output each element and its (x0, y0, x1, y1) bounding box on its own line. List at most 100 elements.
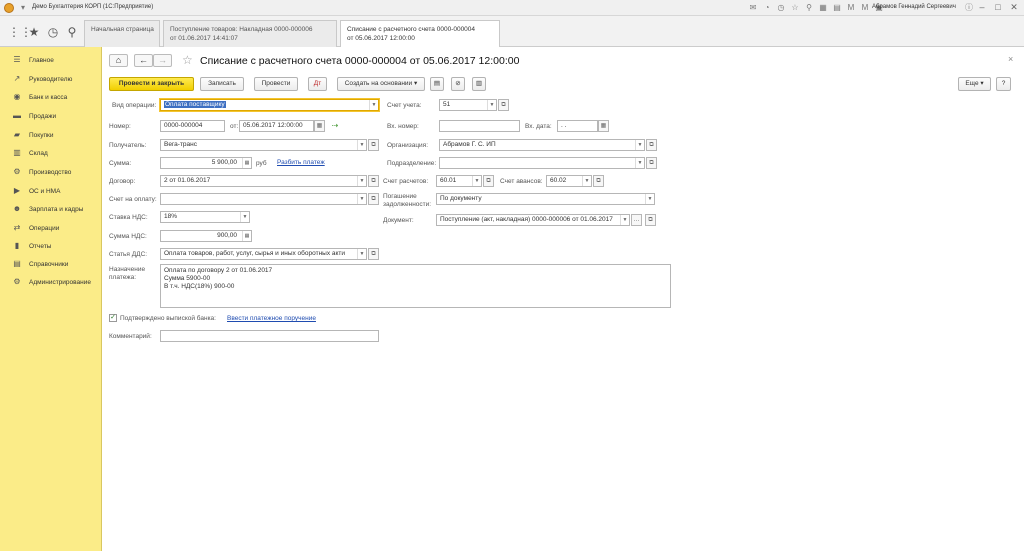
sidebar-item-admin[interactable]: ⚙ Администрирование (0, 274, 102, 290)
org-select[interactable]: Абрамов Г. С. ИП ▼ (439, 139, 645, 151)
mail-icon[interactable]: ✉ (748, 3, 758, 13)
confirmed-checkbox[interactable]: ✓ (109, 314, 117, 322)
help-button[interactable]: ? (996, 77, 1011, 91)
favorites-star-icon[interactable]: ★ (27, 25, 41, 39)
more-button[interactable]: Еще ▾ (958, 77, 991, 91)
postings-icon[interactable]: Дт (308, 77, 327, 91)
chevron-down-icon[interactable]: ▼ (357, 249, 366, 259)
open-link-icon[interactable]: ⧉ (645, 214, 656, 226)
open-link-icon[interactable]: ⧉ (368, 248, 379, 260)
sidebar-item-catalogs[interactable]: ▤ Справочники (0, 256, 102, 272)
mminus-icon[interactable]: M (860, 3, 870, 13)
tab-receipt[interactable]: Поступление товаров: Накладная 0000-0000… (163, 20, 337, 47)
chevron-down-icon[interactable]: ▼ (357, 176, 366, 186)
debt-repay-select[interactable]: По документу ▼ (436, 193, 655, 205)
user-name[interactable]: Абрамов Геннадий Сергеевич (872, 4, 956, 10)
minimize-icon[interactable]: – (976, 2, 988, 13)
favorite-star-icon[interactable]: ☆ (182, 53, 193, 67)
open-link-icon[interactable]: ⧉ (368, 175, 379, 187)
calculator-icon[interactable]: ▦ (242, 158, 251, 168)
bell-icon[interactable]: ◔ (762, 3, 772, 13)
sidebar-item-production[interactable]: ⚙ Производство (0, 164, 102, 180)
calendar-icon[interactable]: ▦ (598, 120, 609, 132)
division-select[interactable]: ▼ (439, 157, 645, 169)
open-link-icon[interactable]: ⧉ (646, 139, 657, 151)
post-close-button[interactable]: Провести и закрыть (109, 77, 194, 91)
open-link-icon[interactable]: ⧉ (368, 193, 379, 205)
doc-select[interactable]: Поступление (акт, накладная) 0000-000006… (436, 214, 630, 226)
chevron-down-icon[interactable]: ▼ (645, 194, 654, 204)
vat-sum-input[interactable]: 900,00 ▦ (160, 230, 252, 242)
chevron-down-icon[interactable]: ▼ (357, 194, 366, 204)
star-icon[interactable]: ☆ (790, 3, 800, 13)
sidebar-item-bank[interactable]: ◉ Банк и касса (0, 89, 102, 105)
back-button[interactable]: ← (134, 54, 153, 67)
calculator-icon[interactable]: ▦ (242, 231, 251, 241)
apps-grid-icon[interactable]: ⋮⋮ (8, 25, 32, 39)
vat-rate-select[interactable]: 18% ▼ (160, 211, 250, 223)
chevron-down-icon[interactable]: ▼ (240, 212, 249, 222)
chevron-down-icon[interactable]: ▼ (369, 100, 378, 110)
number-input[interactable]: 0000-000004 (160, 120, 225, 132)
open-link-icon[interactable]: ⧉ (498, 99, 509, 111)
history-clock-icon[interactable]: ◷ (46, 25, 60, 39)
date-input[interactable]: 05.06.2017 12:00:00 (239, 120, 314, 132)
invoice-select[interactable]: ▼ (160, 193, 367, 205)
open-link-icon[interactable]: ⧉ (646, 157, 657, 169)
maximize-icon[interactable]: □ (992, 2, 1004, 13)
sidebar-item-sales[interactable]: ▬ Продажи (0, 108, 102, 124)
mplus-icon[interactable]: M (846, 3, 856, 13)
chevron-down-icon[interactable]: ▼ (620, 215, 629, 225)
home-button[interactable]: ⌂ (109, 54, 128, 67)
window-close-icon[interactable]: ✕ (1008, 2, 1020, 13)
link-icon[interactable]: ⚲ (804, 3, 814, 13)
info-icon[interactable]: ⓘ (964, 3, 974, 13)
sidebar-item-operations[interactable]: ⇄ Операции (0, 220, 102, 236)
search-icon[interactable]: ⚲ (65, 25, 79, 39)
advance-account-select[interactable]: 60.02 ▼ (546, 175, 592, 187)
sidebar-item-manager[interactable]: ↗ Руководителю (0, 71, 102, 87)
chevron-down-icon[interactable]: ▼ (635, 140, 644, 150)
post-button[interactable]: Провести (254, 77, 298, 91)
contract-select[interactable]: 2 от 01.06.2017 ▼ (160, 175, 367, 187)
open-link-icon[interactable]: ⧉ (483, 175, 494, 187)
account-select[interactable]: 51 ▼ (439, 99, 497, 111)
forward-button[interactable]: → (153, 54, 172, 67)
print-icon[interactable]: ▤ (430, 77, 444, 91)
history-icon[interactable]: ◷ (776, 3, 786, 13)
menu-chevron-icon[interactable]: ▾ (18, 3, 28, 13)
chevron-down-icon[interactable]: ▼ (357, 140, 366, 150)
save-button[interactable]: Записать (200, 77, 244, 91)
sidebar-item-purchases[interactable]: ▰ Покупки (0, 127, 102, 143)
dds-select[interactable]: Оплата товаров, работ, услуг, сырья и ин… (160, 248, 367, 260)
chevron-down-icon[interactable]: ▼ (635, 158, 644, 168)
comment-input[interactable] (160, 330, 379, 342)
sum-input[interactable]: 5 900,00 ▦ (160, 157, 252, 169)
recipient-select[interactable]: Вега-транс ▼ (160, 139, 367, 151)
tab-home[interactable]: Начальная страница (84, 20, 160, 47)
chevron-down-icon[interactable]: ▼ (487, 100, 496, 110)
enter-order-link[interactable]: Ввести платежное поручение (227, 315, 316, 322)
in-date-input[interactable]: . . (557, 120, 598, 132)
create-based-button[interactable]: Создать на основании ▾ (337, 77, 425, 91)
chevron-down-icon[interactable]: ▼ (582, 176, 591, 186)
choose-icon[interactable]: … (631, 214, 642, 226)
settle-account-select[interactable]: 60.01 ▼ (436, 175, 482, 187)
calc-icon[interactable]: ▦ (818, 3, 828, 13)
sidebar-item-main[interactable]: ☰ Главное (0, 52, 102, 68)
note-icon[interactable]: ▤ (832, 3, 842, 13)
sidebar-item-assets[interactable]: ▶ ОС и НМА (0, 183, 102, 199)
split-payment-link[interactable]: Разбить платеж (277, 159, 325, 166)
tab-writeoff[interactable]: Списание с расчетного счета 0000-000004 … (340, 20, 500, 48)
in-number-input[interactable] (439, 120, 520, 132)
op-type-select[interactable]: Оплата поставщику ▼ (160, 99, 379, 111)
attach-icon[interactable]: ⊘ (451, 77, 465, 91)
open-link-icon[interactable]: ⧉ (368, 139, 379, 151)
sidebar-item-warehouse[interactable]: ▥ Склад (0, 145, 102, 161)
chevron-down-icon[interactable]: ▼ (472, 176, 481, 186)
calendar-icon[interactable]: ▦ (314, 120, 325, 132)
report-icon[interactable]: ▥ (472, 77, 486, 91)
history-edit-icon[interactable]: ⇢ (330, 121, 340, 131)
form-close-icon[interactable]: × (1008, 54, 1013, 64)
purpose-textarea[interactable]: Оплата по договору 2 от 01.06.2017 Сумма… (160, 264, 671, 308)
